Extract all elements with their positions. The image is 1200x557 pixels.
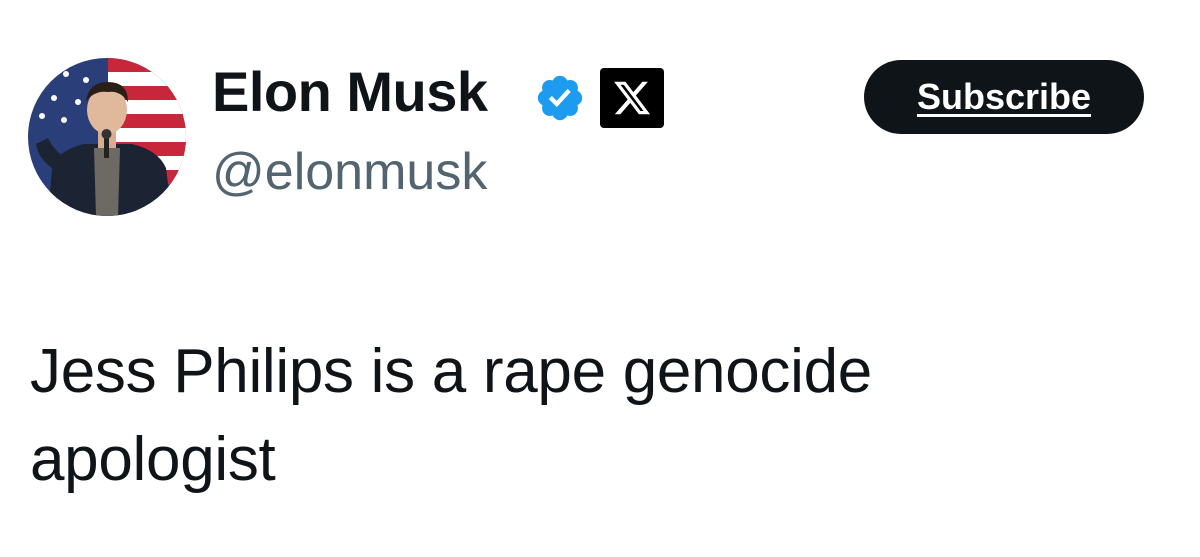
avatar[interactable] [28,58,186,216]
author-handle[interactable]: @elonmusk [212,146,487,198]
verified-badge-icon [537,75,583,121]
tweet-text: Jess Philips is a rape genocide apologis… [30,337,872,494]
tweet-card: Elon Musk @elonmusk Subscribe Jess Phili… [0,0,1200,557]
x-logo-icon [600,68,664,128]
avatar-image [28,58,186,216]
author-name[interactable]: Elon Musk [212,64,488,120]
subscribe-button[interactable]: Subscribe [864,60,1144,134]
